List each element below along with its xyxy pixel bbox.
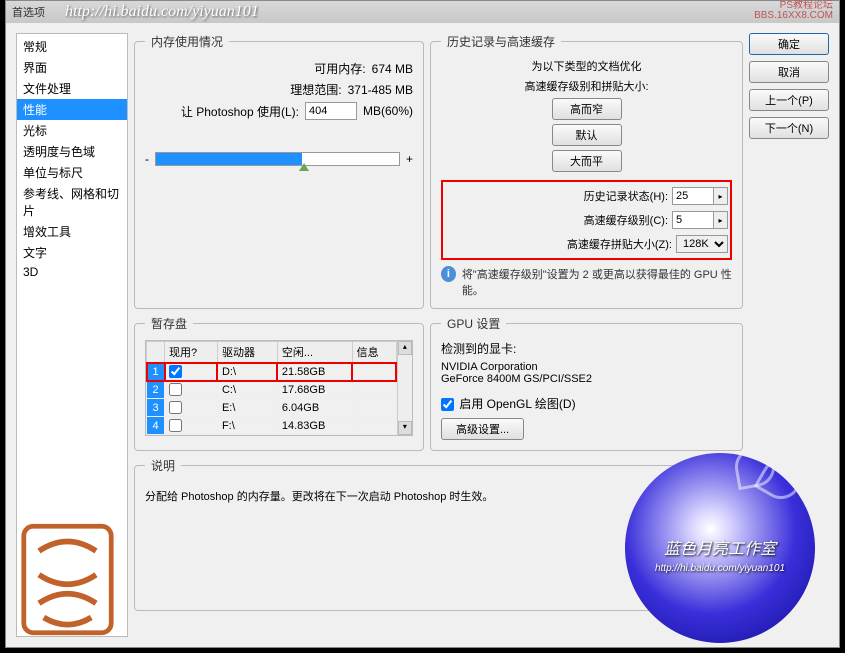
detected-card-label: 检测到的显卡: (441, 340, 732, 357)
cache-levels-label: 高速缓存级别(C): (584, 212, 668, 228)
scratch-legend: 暂存盘 (145, 315, 193, 332)
gpu-vendor: NVIDIA Corporation (441, 361, 732, 373)
col-drive[interactable]: 驱动器 (217, 342, 277, 363)
studio-badge: 蓝色月亮工作室 http://hi.baidu.com/yiyuan101 (625, 453, 815, 643)
history-legend: 历史记录与高速缓存 (441, 33, 561, 50)
table-scrollbar[interactable]: ▴ ▾ (397, 341, 412, 435)
window-title: 首选项 (12, 4, 45, 20)
stepper-icon[interactable]: ▸ (714, 187, 728, 205)
sidebar-item-general[interactable]: 常规 (17, 36, 127, 57)
sidebar-item-cursors[interactable]: 光标 (17, 120, 127, 141)
scratch-active-checkbox[interactable] (169, 383, 182, 396)
slider-plus: + (406, 152, 413, 166)
memory-input[interactable] (305, 102, 357, 120)
col-active[interactable]: 现用? (165, 342, 218, 363)
ideal-range-label: 理想范围: (290, 81, 341, 98)
table-row[interactable]: 3 E:\ 6.04GB (147, 399, 397, 417)
scroll-down-icon[interactable]: ▾ (398, 421, 412, 435)
tall-thin-button[interactable]: 高而窄 (552, 98, 622, 120)
seal-stamp-icon (20, 522, 115, 637)
watermark: PS教程论坛 BBS.16XX8.COM (754, 1, 833, 21)
scratch-active-checkbox[interactable] (169, 419, 182, 432)
scratch-disks-group: 暂存盘 现用? 驱动器 空闲... 信息 1 (134, 315, 424, 451)
slider-thumb-icon[interactable] (299, 163, 309, 171)
scroll-up-icon[interactable]: ▴ (398, 341, 412, 355)
optimize-line2: 高速缓存级别和拼贴大小: (441, 78, 732, 94)
advanced-settings-button[interactable]: 高级设置... (441, 418, 524, 440)
sidebar-item-type[interactable]: 文字 (17, 242, 127, 263)
history-cache-group: 历史记录与高速缓存 为以下类型的文档优化 高速缓存级别和拼贴大小: 高而窄 默认… (430, 33, 743, 309)
memory-legend: 内存使用情况 (145, 33, 229, 50)
scratch-active-checkbox[interactable] (169, 365, 182, 378)
titlebar-url: http://hi.baidu.com/yiyuan101 (65, 3, 259, 21)
next-button[interactable]: 下一个(N) (749, 117, 829, 139)
scratch-active-checkbox[interactable] (169, 401, 182, 414)
cancel-button[interactable]: 取消 (749, 61, 829, 83)
memory-suffix: MB(60%) (363, 104, 413, 118)
table-row[interactable]: 4 F:\ 14.83GB (147, 417, 397, 435)
available-ram-label: 可用内存: (314, 60, 365, 77)
sidebar-item-3d[interactable]: 3D (17, 263, 127, 281)
available-ram-value: 674 MB (372, 62, 413, 76)
ok-button[interactable]: 确定 (749, 33, 829, 55)
highlighted-settings: 历史记录状态(H): ▸ 高速缓存级别(C): ▸ (441, 180, 732, 260)
cache-tile-select[interactable]: 128K (676, 235, 728, 253)
badge-title: 蓝色月亮工作室 (625, 535, 815, 559)
stepper-icon[interactable]: ▸ (714, 211, 728, 229)
table-row[interactable]: 2 C:\ 17.68GB (147, 381, 397, 399)
optimize-line1: 为以下类型的文档优化 (441, 58, 732, 74)
cache-info-text: 将"高速缓存级别"设置为 2 或更高以获得最佳的 GPU 性能。 (462, 266, 732, 298)
sidebar-item-units[interactable]: 单位与标尺 (17, 162, 127, 183)
info-icon: i (441, 266, 456, 282)
ideal-range-value: 371-485 MB (348, 83, 413, 97)
gpu-settings-group: GPU 设置 检测到的显卡: NVIDIA Corporation GeForc… (430, 315, 743, 451)
history-states-input[interactable] (672, 187, 714, 205)
sidebar-item-interface[interactable]: 界面 (17, 57, 127, 78)
memory-slider[interactable] (155, 152, 400, 166)
gpu-model: GeForce 8400M GS/PCI/SSE2 (441, 373, 732, 385)
sidebar-item-performance[interactable]: 性能 (17, 99, 127, 120)
titlebar: 首选项 http://hi.baidu.com/yiyuan101 PS教程论坛… (6, 1, 839, 23)
cache-levels-input[interactable] (672, 211, 714, 229)
sidebar-item-file-handling[interactable]: 文件处理 (17, 78, 127, 99)
sidebar-item-guides[interactable]: 参考线、网格和切片 (17, 183, 127, 221)
let-ps-use-label: 让 Photoshop 使用(L): (181, 103, 299, 120)
cache-tile-label: 高速缓存拼贴大小(Z): (567, 236, 672, 252)
big-flat-button[interactable]: 大而平 (552, 150, 622, 172)
prev-button[interactable]: 上一个(P) (749, 89, 829, 111)
gpu-legend: GPU 设置 (441, 315, 506, 332)
scratch-table: 现用? 驱动器 空闲... 信息 1 D:\ 21.58GB (146, 341, 397, 435)
history-states-label: 历史记录状态(H): (584, 188, 668, 204)
slider-minus: - (145, 152, 149, 166)
table-row[interactable]: 1 D:\ 21.58GB (147, 363, 397, 381)
enable-opengl-label[interactable]: 启用 OpenGL 绘图(D) (441, 397, 576, 411)
sidebar-item-transparency[interactable]: 透明度与色域 (17, 141, 127, 162)
enable-opengl-checkbox[interactable] (441, 398, 454, 411)
sidebar-item-plugins[interactable]: 增效工具 (17, 221, 127, 242)
memory-group: 内存使用情况 可用内存: 674 MB 理想范围: 371-485 MB 让 P… (134, 33, 424, 309)
col-free[interactable]: 空闲... (277, 342, 352, 363)
default-button[interactable]: 默认 (552, 124, 622, 146)
badge-url: http://hi.baidu.com/yiyuan101 (625, 563, 815, 574)
col-info[interactable]: 信息 (352, 342, 396, 363)
description-legend: 说明 (145, 457, 181, 474)
